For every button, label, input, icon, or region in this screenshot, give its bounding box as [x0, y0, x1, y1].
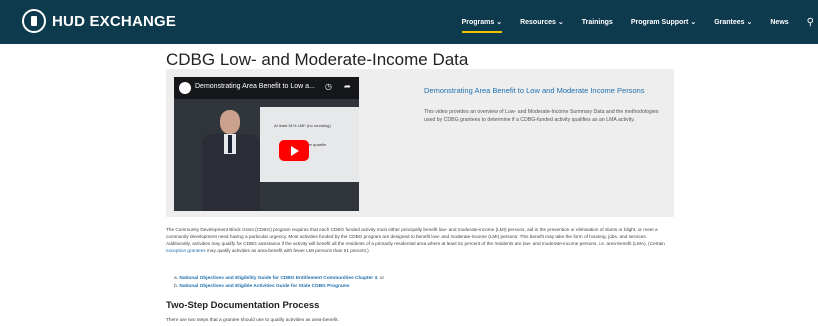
nav-grantees[interactable]: Grantees ⌄: [714, 18, 752, 26]
list-suffix: , or: [377, 276, 385, 281]
intro-paragraph: The Community Development Block Grant (C…: [166, 226, 666, 254]
list-item: b. National Objectives and Eligible Acti…: [174, 283, 384, 291]
video-player[interactable]: At least 51% LMI* (no rounding) for uppe…: [174, 77, 359, 211]
share-icon[interactable]: ➦: [344, 82, 351, 91]
nav-resources[interactable]: Resources ⌄: [520, 18, 564, 26]
slide-text: At least 51% LMI* (no rounding): [274, 123, 331, 128]
nav-program-support[interactable]: Program Support ⌄: [631, 18, 696, 26]
intro-text: The Community Development Block Grant (C…: [166, 227, 665, 247]
guide-link-list: a. National Objectives and Eligibility G…: [174, 275, 384, 290]
section-heading: Two-Step Documentation Process: [166, 300, 320, 311]
channel-avatar[interactable]: [179, 82, 191, 94]
page-title: CDBG Low- and Moderate-Income Data: [166, 50, 469, 69]
watch-later-icon[interactable]: ◷: [325, 82, 332, 91]
list-marker: a.: [174, 276, 179, 281]
main-nav: Programs ⌄ Resources ⌄ Trainings Program…: [461, 0, 818, 44]
video-title-bar: Demonstrating Area Benefit to Low a... ◷…: [174, 77, 359, 99]
entitlement-guide-link[interactable]: National Objectives and Eligibility Guid…: [179, 276, 377, 281]
nav-programs[interactable]: Programs ⌄: [461, 18, 502, 33]
list-item: a. National Objectives and Eligibility G…: [174, 275, 384, 283]
intro-text: may qualify activities as area-benefit w…: [205, 248, 369, 254]
top-nav-bar: HUD EXCHANGE Programs ⌄ Resources ⌄ Trai…: [0, 0, 818, 44]
video-heading-link[interactable]: Demonstrating Area Benefit to Low and Mo…: [424, 86, 654, 95]
presenter-image: [196, 110, 266, 211]
video-title[interactable]: Demonstrating Area Benefit to Low a...: [195, 83, 315, 90]
section-body: There are two steps that a grantee shoul…: [166, 318, 339, 323]
video-slide: At least 51% LMI* (no rounding) for uppe…: [260, 107, 359, 182]
state-guide-link[interactable]: National Objectives and Eligible Activit…: [179, 284, 349, 289]
exception-grantees-link[interactable]: exception grantees: [166, 248, 206, 253]
featured-video-panel: At least 51% LMI* (no rounding) for uppe…: [166, 69, 674, 217]
video-description: This video provides an overview of Low- …: [424, 109, 659, 123]
list-marker: b.: [174, 283, 179, 289]
hud-seal-logo-icon[interactable]: [22, 9, 46, 33]
search-icon[interactable]: ⚲: [807, 17, 814, 28]
nav-news[interactable]: News: [770, 19, 788, 26]
play-button[interactable]: [279, 140, 309, 161]
nav-trainings[interactable]: Trainings: [582, 19, 613, 26]
site-brand[interactable]: HUD EXCHANGE: [52, 13, 176, 30]
